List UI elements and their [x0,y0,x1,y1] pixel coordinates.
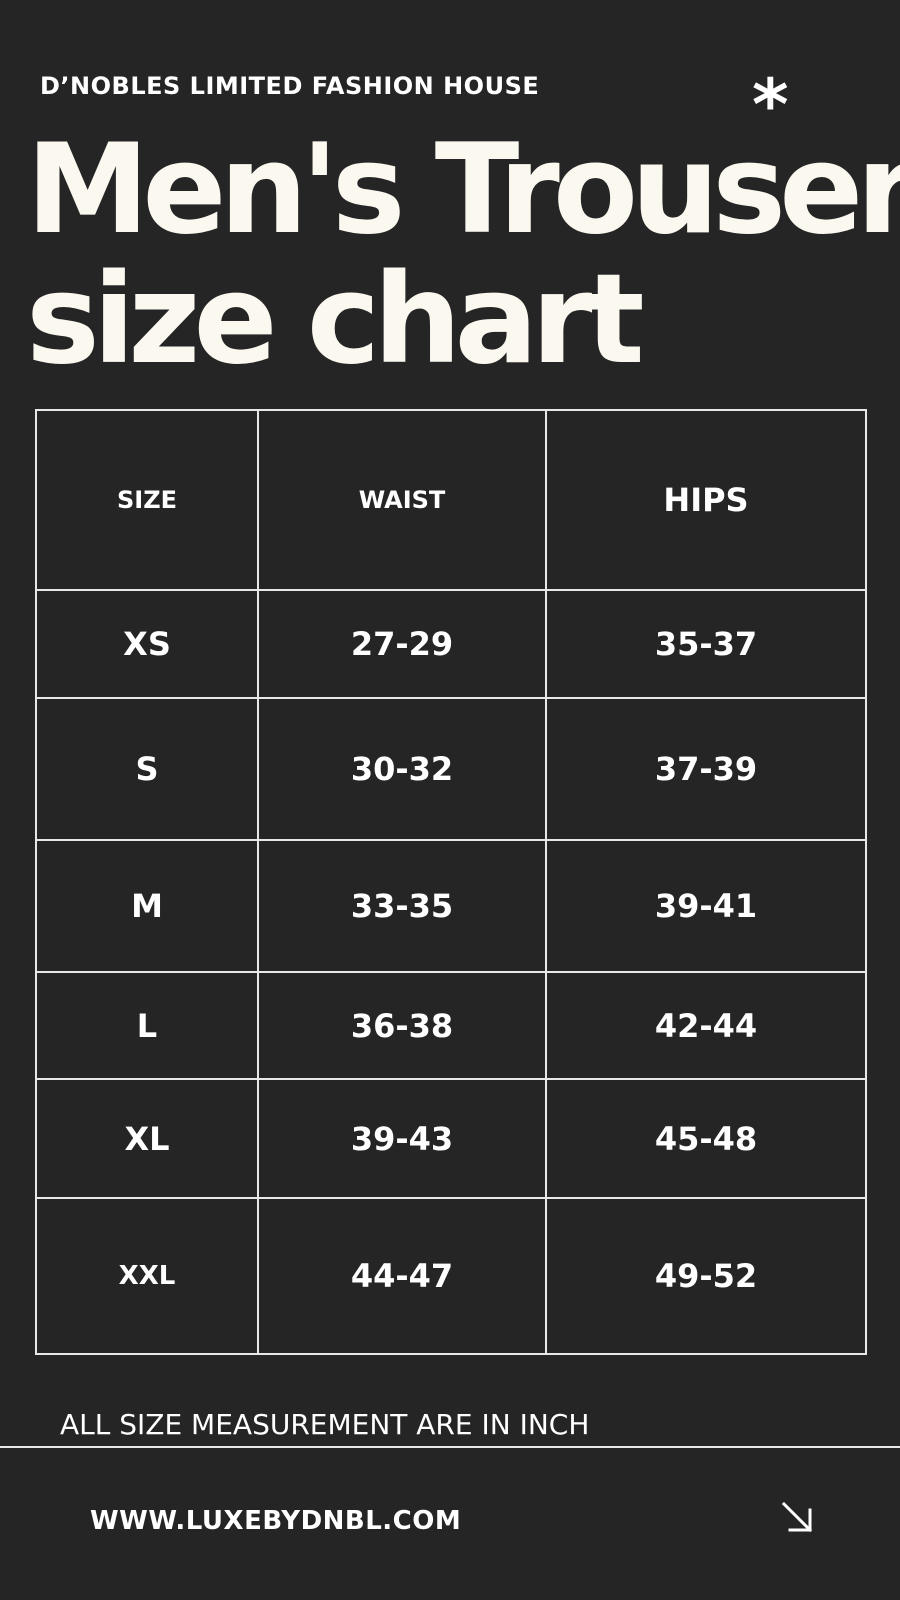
size-table: SIZE WAIST HIPS XS 27-29 35-37 S 30-32 3… [35,408,867,1356]
hips-cell: 39-41 [545,838,867,974]
waist-cell: 36-38 [257,971,547,1081]
size-cell: XXL [35,1196,259,1356]
hips-cell: 49-52 [545,1196,867,1356]
measurement-note: ALL SIZE MEASUREMENT ARE IN INCH [60,1408,590,1441]
table-row: M 33-35 39-41 [35,838,867,974]
hips-cell: 37-39 [545,696,867,841]
waist-cell: 39-43 [257,1078,547,1199]
brand-name: D’NOBLES LIMITED FASHION HOUSE [40,72,540,100]
arrow-down-right-icon[interactable] [780,1500,814,1534]
table-row: L 36-38 42-44 [35,971,867,1081]
size-cell: XS [35,589,259,699]
divider-line [0,1446,900,1448]
header-size: SIZE [35,408,259,592]
table-row: S 30-32 37-39 [35,696,867,841]
hips-cell: 45-48 [545,1078,867,1199]
hips-cell: 35-37 [545,589,867,699]
header-waist: WAIST [257,408,547,592]
size-cell: M [35,838,259,974]
size-cell: S [35,696,259,841]
hips-cell: 42-44 [545,971,867,1081]
size-cell: XL [35,1078,259,1199]
title-line-2: size chart [26,248,645,392]
waist-cell: 27-29 [257,589,547,699]
table-row: XXL 44-47 49-52 [35,1196,867,1356]
waist-cell: 33-35 [257,838,547,974]
waist-cell: 44-47 [257,1196,547,1356]
table-header-row: SIZE WAIST HIPS [35,408,867,592]
website-link[interactable]: WWW.LUXEBYDNBL.COM [90,1506,461,1536]
size-cell: L [35,971,259,1081]
table-row: XL 39-43 45-48 [35,1078,867,1199]
table-row: XS 27-29 35-37 [35,589,867,699]
waist-cell: 30-32 [257,696,547,841]
title-line-1: Men's Trouser [26,118,900,262]
header-hips: HIPS [545,408,867,592]
